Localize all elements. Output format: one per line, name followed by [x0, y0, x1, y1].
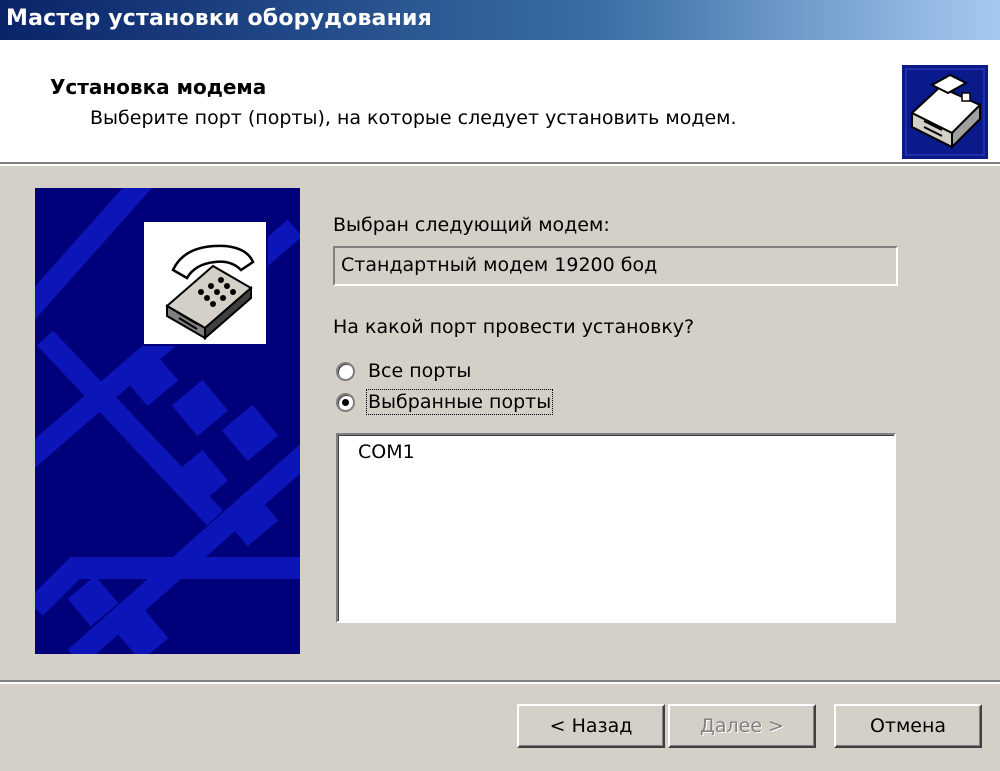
back-button[interactable]: < Назад — [517, 704, 665, 748]
modem-label: Выбран следующий модем: — [333, 214, 610, 236]
radio-all-ports[interactable]: Все порты — [336, 357, 471, 385]
cancel-button[interactable]: Отмена — [834, 704, 982, 748]
port-question: На какой порт провести установку? — [333, 316, 695, 338]
modem-name-value: Стандартный модем 19200 бод — [341, 254, 658, 276]
footer-divider — [0, 680, 1000, 684]
radio-selected-ports-label: Выбранные порты — [365, 389, 554, 415]
wizard-header: Установка модема Выберите порт (порты), … — [0, 40, 1000, 162]
list-item[interactable]: COM1 — [338, 435, 894, 469]
header-subtitle: Выберите порт (порты), на которые следуе… — [90, 107, 737, 129]
radio-selected-ports-control[interactable] — [336, 392, 355, 412]
header-divider — [0, 162, 1000, 166]
next-button[interactable]: Далее > — [668, 704, 816, 748]
header-title: Установка модема — [50, 75, 267, 99]
radio-all-ports-control[interactable] — [336, 361, 355, 381]
next-button-label: Далее > — [700, 715, 784, 737]
modem-name-field: Стандартный модем 19200 бод — [333, 246, 898, 286]
wizard-side-graphic — [35, 188, 300, 654]
title-bar[interactable]: Мастер установки оборудования — [0, 0, 1000, 40]
cancel-button-label: Отмена — [869, 715, 947, 737]
hardware-icon — [902, 65, 988, 159]
radio-all-ports-label: Все порты — [368, 360, 472, 382]
window-title: Мастер установки оборудования — [6, 6, 432, 31]
back-button-label: < Назад — [549, 715, 633, 737]
ports-listbox[interactable]: COM1 — [336, 433, 896, 623]
radio-selected-ports[interactable]: Выбранные порты — [336, 388, 554, 416]
telephone-icon — [142, 220, 268, 346]
